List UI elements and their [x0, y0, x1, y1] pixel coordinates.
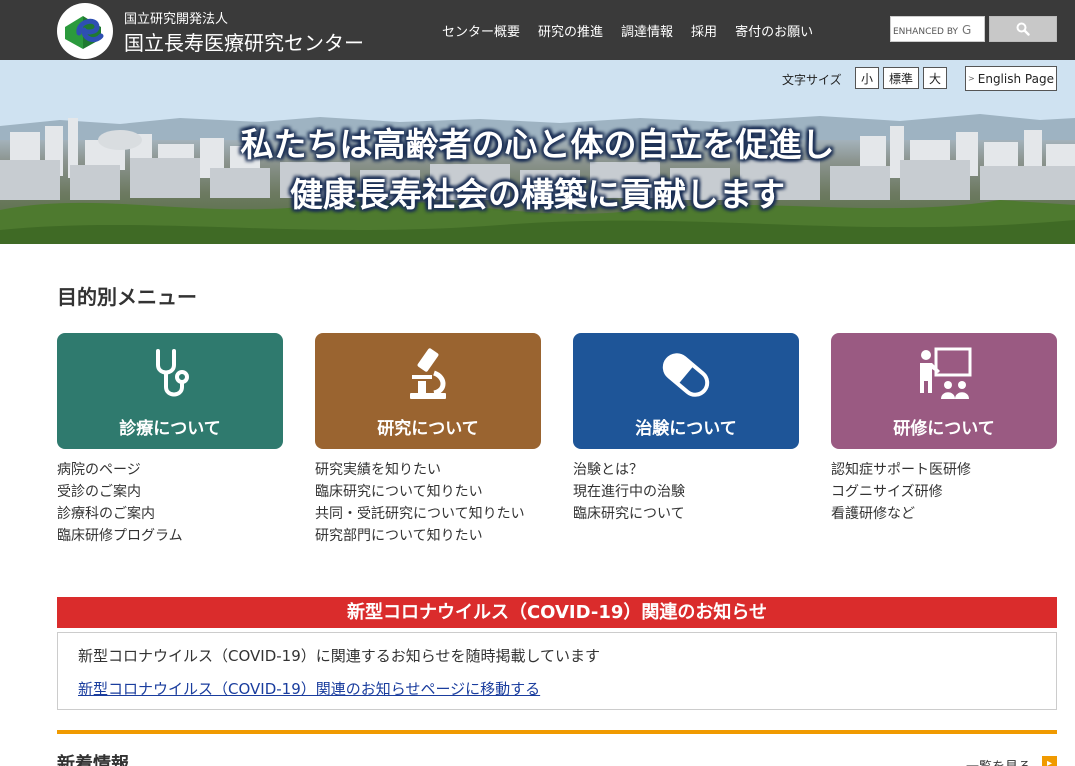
card-research-links: 研究実績を知りたい 臨床研究について知りたい 共同・受託研究について知りたい 研… — [315, 459, 525, 547]
card-clinical-trial-label: 治験について — [635, 419, 737, 439]
font-size-standard-button[interactable]: 標準 — [883, 67, 919, 89]
card-medical-links: 病院のページ 受診のご案内 診療科のご案内 臨床研修プログラム — [57, 459, 183, 547]
nav-recruit[interactable]: 採用 — [682, 21, 726, 40]
news-more-link[interactable]: 一覧を見る — [966, 756, 1031, 766]
card-clinical-trial[interactable]: 治験について — [573, 333, 799, 449]
link-departments[interactable]: 診療科のご案内 — [57, 503, 183, 525]
card-research[interactable]: 研究について — [315, 333, 541, 449]
google-mark: G — [962, 23, 972, 37]
microscope-icon — [410, 348, 446, 399]
card-training-links: 認知症サポート医研修 コグニサイズ研修 看護研修など — [831, 459, 971, 525]
hero-banner: 文字サイズ 小 標準 大 > English Page 私たちは高齢者の心と体の… — [0, 60, 1075, 244]
nav-donation[interactable]: 寄付のお願い — [726, 21, 822, 40]
site-header: 国立研究開発法人 国立長寿医療研究センター センター概要 研究の推進 調達情報 … — [0, 0, 1075, 60]
search-icon — [1016, 22, 1030, 36]
link-cognicise-training[interactable]: コグニサイズ研修 — [831, 481, 971, 503]
link-ongoing-trials[interactable]: 現在進行中の治験 — [573, 481, 685, 503]
link-clinical-research[interactable]: 臨床研究について知りたい — [315, 481, 525, 503]
capsule-icon — [662, 353, 710, 397]
link-joint-research[interactable]: 共同・受託研究について知りたい — [315, 503, 525, 525]
font-size-large-button[interactable]: 大 — [923, 67, 947, 89]
font-size-label: 文字サイズ — [782, 73, 842, 87]
nav-about[interactable]: センター概要 — [433, 21, 529, 40]
card-research-label: 研究について — [377, 419, 479, 439]
link-about-clinical-research[interactable]: 臨床研究について — [573, 503, 685, 525]
logo-icon[interactable] — [57, 3, 113, 59]
nav-procurement[interactable]: 調達情報 — [612, 21, 682, 40]
covid-notice-link[interactable]: 新型コロナウイルス（COVID-19）関連のお知らせページに移動する — [78, 678, 540, 699]
arrow-right-icon: > — [968, 74, 975, 83]
covid-notice-title: 新型コロナウイルス（COVID-19）関連のお知らせ — [57, 597, 1057, 628]
hero-catchphrase-line1: 私たちは高齢者の心と体の自立を促進し — [240, 125, 835, 164]
english-page-label: English Page — [977, 71, 1054, 86]
search-input[interactable]: ENHANCED BY G — [890, 16, 985, 42]
news-title: 新着情報 — [57, 754, 129, 766]
card-training-label: 研修について — [893, 419, 995, 439]
link-what-is-trial[interactable]: 治験とは？ — [573, 459, 685, 481]
font-size-small-button[interactable]: 小 — [855, 67, 879, 89]
covid-notice-box: 新型コロナウイルス（COVID-19）に関連するお知らせを随時掲載しています 新… — [57, 632, 1057, 710]
card-training[interactable]: 研修について — [831, 333, 1057, 449]
purpose-menu-title: 目的別メニュー — [57, 285, 197, 309]
arrow-right-icon[interactable]: ▸ — [1042, 756, 1057, 766]
org-subtitle: 国立研究開発法人 — [124, 12, 229, 27]
link-research-departments[interactable]: 研究部門について知りたい — [315, 525, 525, 547]
search-placeholder: ENHANCED BY — [893, 27, 959, 37]
hero-catchphrase-line2: 健康長寿社会の構築に貢献します — [290, 175, 785, 214]
nav-research[interactable]: 研究の推進 — [529, 21, 612, 40]
card-medical-label: 診療について — [119, 419, 221, 439]
link-clinical-training[interactable]: 臨床研修プログラム — [57, 525, 183, 547]
link-research-results[interactable]: 研究実績を知りたい — [315, 459, 525, 481]
link-visit-guide[interactable]: 受診のご案内 — [57, 481, 183, 503]
search-button[interactable] — [989, 16, 1057, 42]
org-name[interactable]: 国立長寿医療研究センター — [124, 27, 364, 56]
link-hospital-page[interactable]: 病院のページ — [57, 459, 183, 481]
stethoscope-icon — [156, 349, 189, 397]
card-medical[interactable]: 診療について — [57, 333, 283, 449]
covid-notice-text: 新型コロナウイルス（COVID-19）に関連するお知らせを随時掲載しています — [78, 647, 601, 665]
presentation-icon — [920, 347, 972, 399]
english-page-link[interactable]: > English Page — [965, 66, 1057, 91]
section-divider — [57, 730, 1057, 734]
link-dementia-training[interactable]: 認知症サポート医研修 — [831, 459, 971, 481]
global-nav: センター概要 研究の推進 調達情報 採用 寄付のお願い — [433, 21, 822, 40]
link-nursing-training[interactable]: 看護研修など — [831, 503, 971, 525]
card-clinical-trial-links: 治験とは？ 現在進行中の治験 臨床研究について — [573, 459, 685, 525]
